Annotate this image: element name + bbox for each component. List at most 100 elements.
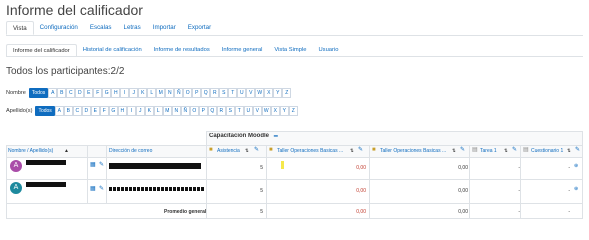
table-icon[interactable]: ▦ [90,186,96,192]
nombre-letter-s[interactable]: S [219,88,229,98]
grade-cell[interactable]: 0,00 [306,188,366,194]
col-email-header[interactable]: Dirección de correo [109,148,199,154]
nombre-all-button[interactable]: Todos [28,88,49,98]
col-name-header[interactable]: Nombre / Apellido(s) [8,148,68,154]
pencil-icon[interactable]: ✎ [512,147,517,153]
apellido-letter-p[interactable]: P [198,106,208,116]
sort-icon[interactable]: ⇅ [567,148,571,154]
apellido-letter-u[interactable]: U [243,106,253,116]
item-header-cuestionario[interactable]: Cuestionario 1 [531,148,569,154]
nombre-letter-b[interactable]: B [57,88,67,98]
apellido-letter-t[interactable]: T [234,106,244,116]
nombre-letter-j[interactable]: J [129,88,139,98]
tab-configuracion[interactable]: Configuración [34,21,84,35]
apellido-letter-k[interactable]: K [144,106,154,116]
apellido-letter-x[interactable]: X [270,106,280,116]
tab-letras[interactable]: Letras [118,21,147,35]
tab-importar[interactable]: Importar [147,21,182,35]
nombre-letter-x[interactable]: X [264,88,274,98]
pencil-icon[interactable]: ✎ [358,147,363,153]
zoom-icon[interactable]: ⊕ [574,163,578,169]
sort-icon[interactable]: ⇅ [452,148,456,154]
apellido-letter-b[interactable]: B [63,106,73,116]
apellido-letter-c[interactable]: C [72,106,82,116]
nombre-letter-l[interactable]: L [147,88,157,98]
apellido-letter-h[interactable]: H [117,106,127,116]
grid-line [6,145,583,146]
pencil-icon[interactable]: ✎ [254,147,259,153]
nombre-letter-f[interactable]: F [93,88,103,98]
nombre-letter-o[interactable]: O [183,88,193,98]
sort-icon[interactable]: ⇅ [350,148,354,154]
sort-up-icon[interactable]: ▲ [64,148,69,154]
nombre-letter-u[interactable]: U [237,88,247,98]
apellido-letter-ñ[interactable]: Ñ [180,106,190,116]
apellido-all-button[interactable]: Todos [35,106,55,116]
apellido-letter-w[interactable]: W [261,106,271,116]
avatar[interactable]: A [10,160,22,172]
pencil-icon[interactable]: ✎ [99,162,104,168]
apellido-letter-v[interactable]: V [252,106,262,116]
pencil-icon[interactable]: ✎ [460,147,465,153]
apellido-letter-o[interactable]: O [189,106,199,116]
item-header-tarea[interactable]: Tarea 1 [480,148,506,154]
nombre-letter-n[interactable]: N [165,88,175,98]
nombre-letter-g[interactable]: G [102,88,112,98]
grade-cell[interactable]: 0,00 [306,165,366,171]
item-header-taller-1[interactable]: Taller Operaciones Basicas ... [277,148,349,154]
nombre-letter-w[interactable]: W [255,88,265,98]
apellido-letter-n[interactable]: N [171,106,181,116]
apellido-letter-d[interactable]: D [81,106,91,116]
apellido-letter-y[interactable]: Y [279,106,289,116]
pencil-icon[interactable]: ✎ [575,147,580,153]
apellido-letter-g[interactable]: G [108,106,118,116]
grid-line [6,218,583,219]
nombre-letter-t[interactable]: T [228,88,238,98]
nombre-letter-i[interactable]: I [120,88,130,98]
nombre-letter-a[interactable]: A [48,88,58,98]
grade-cell[interactable]: - [476,188,520,194]
item-header-taller-2[interactable]: Taller Operaciones Basicas ... [380,148,452,154]
nombre-letter-k[interactable]: K [138,88,148,98]
apellido-letter-m[interactable]: M [162,106,172,116]
tab-vista[interactable]: Vista [6,21,34,35]
apellido-letter-f[interactable]: F [99,106,109,116]
sort-icon[interactable]: ⇅ [504,148,508,154]
minus-icon[interactable]: ━ [274,134,278,140]
nombre-letter-c[interactable]: C [66,88,76,98]
zoom-icon[interactable]: ⊕ [574,186,578,192]
nombre-letter-d[interactable]: D [75,88,85,98]
nombre-letter-r[interactable]: R [210,88,220,98]
grade-cell[interactable]: - [546,188,570,194]
tab-escalas[interactable]: Escalas [84,21,118,35]
nombre-letter-q[interactable]: Q [201,88,211,98]
tab-exportar[interactable]: Exportar [182,21,217,35]
grade-cell[interactable]: 5 [221,165,263,171]
grade-cell[interactable]: 5 [221,188,263,194]
nombre-letter-p[interactable]: P [192,88,202,98]
apellido-letter-z[interactable]: Z [288,106,298,116]
grade-cell[interactable]: - [546,165,570,171]
apellido-letter-a[interactable]: A [54,106,64,116]
apellido-letter-e[interactable]: E [90,106,100,116]
nombre-letter-m[interactable]: M [156,88,166,98]
nombre-letter-y[interactable]: Y [273,88,283,98]
avatar[interactable]: A [10,182,22,194]
nombre-letter-e[interactable]: E [84,88,94,98]
table-icon[interactable]: ▦ [90,162,96,168]
nombre-letter-h[interactable]: H [111,88,121,98]
apellido-letter-l[interactable]: L [153,106,163,116]
grade-cell[interactable]: - [476,165,520,171]
nombre-letter-z[interactable]: Z [282,88,292,98]
grade-cell[interactable]: 0,00 [406,188,468,194]
apellido-letter-s[interactable]: S [225,106,235,116]
nombre-letter-v[interactable]: V [246,88,256,98]
apellido-letter-i[interactable]: I [126,106,136,116]
pencil-icon[interactable]: ✎ [99,186,104,192]
sort-icon[interactable]: ⇅ [245,148,249,154]
nombre-letter-ñ[interactable]: Ñ [174,88,184,98]
apellido-letter-r[interactable]: R [216,106,226,116]
apellido-letter-j[interactable]: J [135,106,145,116]
grade-cell[interactable]: 0,00 [406,165,468,171]
apellido-letter-q[interactable]: Q [207,106,217,116]
